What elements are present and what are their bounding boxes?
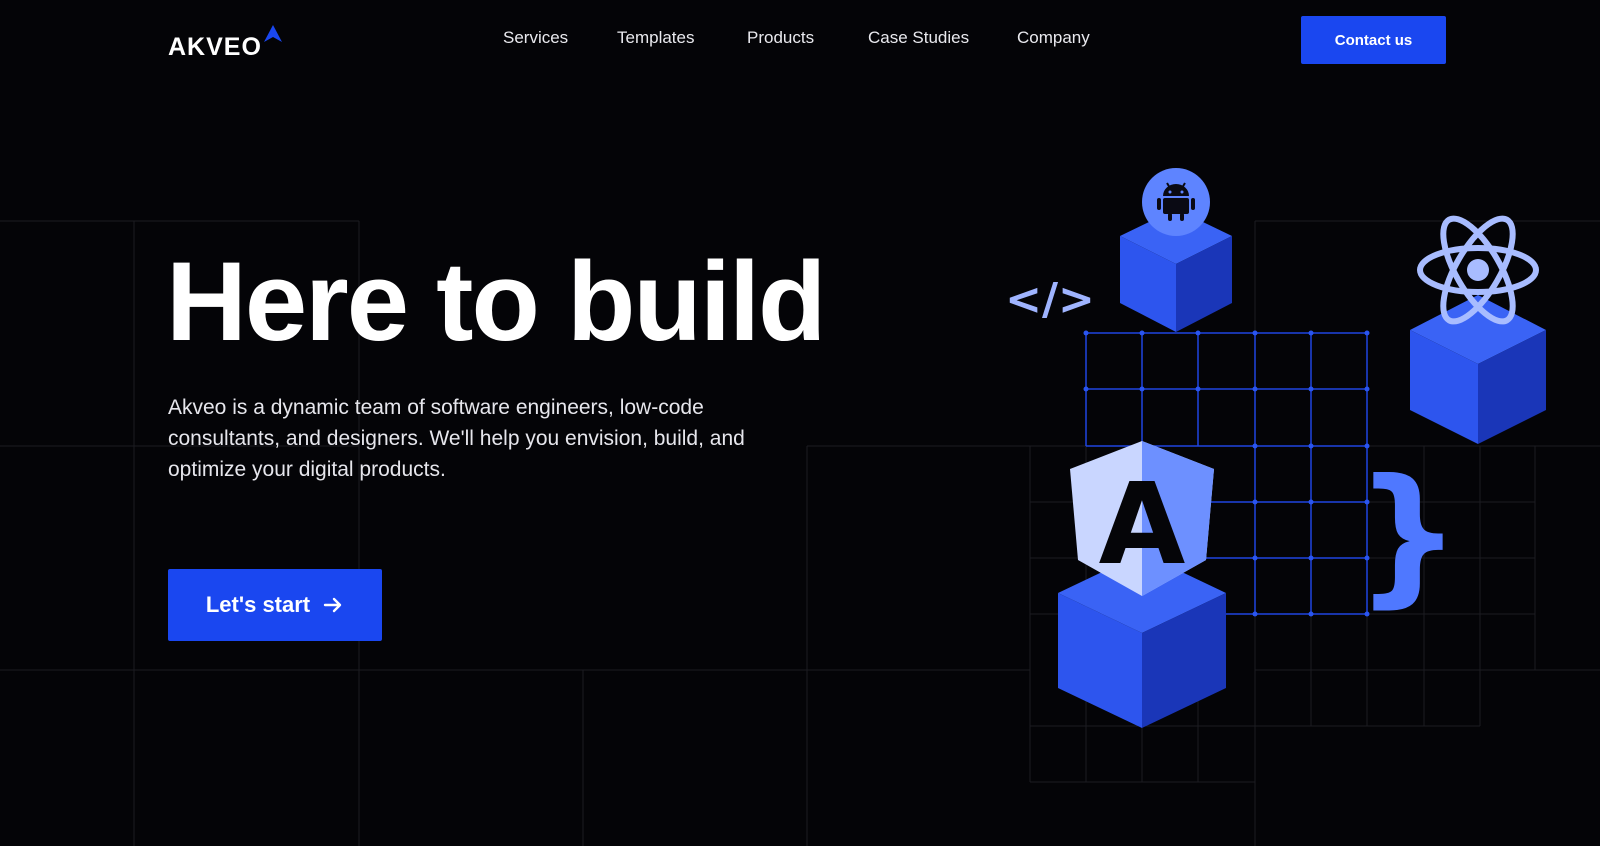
- lets-start-label: Let's start: [205, 592, 311, 617]
- nav-item-services[interactable]: Services: [503, 28, 568, 48]
- nav-item-company[interactable]: Company: [1017, 28, 1090, 48]
- curly-brace-icon: }: [1355, 448, 1462, 622]
- logo-wordmark: AKVEO: [168, 33, 262, 61]
- grid-nodes: [1083, 330, 1370, 617]
- page: AKVEO Services Templates Products Case S…: [0, 0, 1600, 846]
- site-header: AKVEO Services Templates Products Case S…: [0, 0, 1600, 80]
- hero-title: Here to build: [166, 239, 826, 364]
- nav-item-products[interactable]: Products: [747, 28, 814, 48]
- logo-triangle-icon: [263, 25, 282, 42]
- react-icon: [1417, 215, 1539, 325]
- blue-wire-grid: [1085, 332, 1368, 615]
- nav-item-templates[interactable]: Templates: [617, 28, 694, 48]
- react-cube: [1410, 215, 1546, 444]
- svg-text:A: A: [1099, 460, 1186, 590]
- hero-description: Akveo is a dynamic team of software engi…: [168, 396, 745, 481]
- contact-us-button[interactable]: Contact us: [1301, 16, 1446, 64]
- akveo-logo[interactable]: AKVEO: [168, 25, 283, 61]
- android-icon: [1157, 182, 1195, 221]
- arrow-right-icon: [323, 597, 342, 613]
- angular-icon: A: [1070, 441, 1214, 596]
- nav-item-case-studies[interactable]: Case Studies: [868, 28, 969, 48]
- code-tag-icon: </>: [1005, 274, 1095, 325]
- android-cube: [1120, 168, 1232, 332]
- angular-cube: A: [1058, 441, 1226, 728]
- lets-start-button[interactable]: Let's start: [168, 569, 382, 641]
